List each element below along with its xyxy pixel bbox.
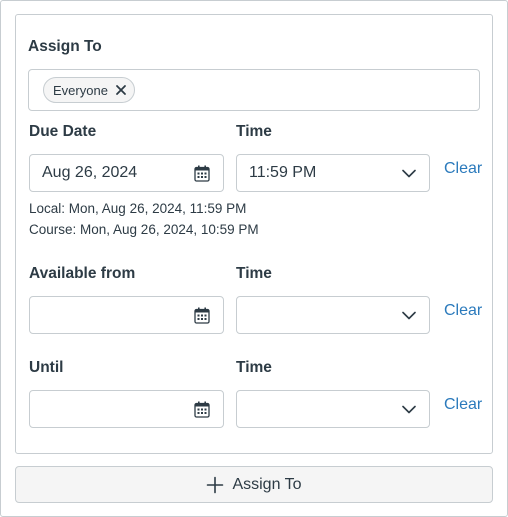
assignee-chip-everyone[interactable]: Everyone <box>43 77 135 103</box>
close-icon[interactable] <box>114 83 128 97</box>
available-from-clear-link[interactable]: Clear <box>444 302 482 320</box>
until-clear-link[interactable]: Clear <box>444 396 482 414</box>
plus-icon <box>207 476 224 493</box>
calendar-icon[interactable] <box>194 401 210 418</box>
chevron-down-icon <box>402 311 416 320</box>
add-assign-to-label: Assign To <box>232 475 302 493</box>
local-time-note: Local: Mon, Aug 26, 2024, 11:59 PM <box>29 201 247 216</box>
due-clear-link[interactable]: Clear <box>444 160 482 178</box>
chevron-down-icon <box>402 169 416 178</box>
available-from-time-label: Time <box>236 265 272 282</box>
assign-to-input[interactable]: Everyone <box>28 69 480 111</box>
chevron-down-icon <box>402 405 416 414</box>
due-time-label: Time <box>236 123 272 140</box>
available-from-date-input[interactable] <box>29 296 224 334</box>
due-time-select[interactable]: 11:59 PM <box>236 154 430 192</box>
until-date-input[interactable] <box>29 390 224 428</box>
course-time-note: Course: Mon, Aug 26, 2024, 10:59 PM <box>29 222 259 237</box>
calendar-icon[interactable] <box>194 307 210 324</box>
chip-label: Everyone <box>53 82 108 98</box>
available-from-label: Available from <box>29 265 136 282</box>
due-time-value: 11:59 PM <box>249 164 317 181</box>
due-date-value: Aug 26, 2024 <box>42 164 138 181</box>
until-label: Until <box>29 359 64 376</box>
calendar-icon[interactable] <box>194 165 210 182</box>
due-date-input[interactable]: Aug 26, 2024 <box>29 154 224 192</box>
due-date-label: Due Date <box>29 123 97 140</box>
assign-to-label: Assign To <box>28 38 102 55</box>
add-assign-to-button[interactable]: Assign To <box>15 466 493 503</box>
available-from-time-select[interactable] <box>236 296 430 334</box>
until-time-label: Time <box>236 359 272 376</box>
until-time-select[interactable] <box>236 390 430 428</box>
